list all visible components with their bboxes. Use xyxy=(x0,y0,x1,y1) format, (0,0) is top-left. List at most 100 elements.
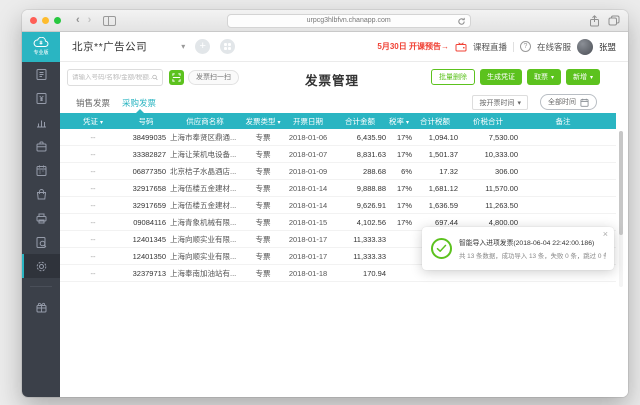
online-support-link[interactable]: 在线客服 xyxy=(537,41,571,53)
cell-issue-date: 2018-01-17 xyxy=(282,235,334,244)
cell-number: 32379713 xyxy=(126,269,166,278)
browser-window: ‹ › urpcg3hlbfvn.chanapp.com 专业版 北京**广告公… xyxy=(22,10,628,397)
cell-total-with-tax: 4,800.00 xyxy=(458,218,518,227)
cell-issue-date: 2018-01-09 xyxy=(282,167,334,176)
company-caret-icon[interactable]: ▾ xyxy=(181,42,185,51)
cell-issue-date: 2018-01-14 xyxy=(282,201,334,210)
cell-voucher: -- xyxy=(60,167,126,176)
cell-supplier: 上海奉南加油站有... xyxy=(166,268,244,279)
cell-number: 12401345 xyxy=(126,235,166,244)
apps-grid-button[interactable] xyxy=(220,39,235,54)
cell-number: 32917659 xyxy=(126,201,166,210)
col-voucher[interactable]: 凭证▾ xyxy=(60,116,126,127)
sidebar-toggle-icon[interactable] xyxy=(103,16,116,26)
table-scrollbar[interactable] xyxy=(619,131,623,287)
cell-issue-date: 2018-01-17 xyxy=(282,252,334,261)
cell-total-with-tax: 11,263.50 xyxy=(458,201,518,210)
tab-sales-invoices[interactable]: 销售发票 xyxy=(76,97,110,109)
col-invoice-type[interactable]: 发票类型▾ xyxy=(244,116,282,127)
cell-supplier: 上海伍楼五金建材... xyxy=(166,183,244,194)
cell-tax-rate: 17% xyxy=(386,201,412,210)
app-logo[interactable]: 专业版 xyxy=(22,32,60,62)
toast-close-icon[interactable]: × xyxy=(603,230,608,239)
tabs-icon[interactable] xyxy=(608,15,620,26)
table-row[interactable]: -- 32917658 上海伍楼五金建材... 专票 2018-01-14 9,… xyxy=(60,180,616,197)
search-input[interactable] xyxy=(72,74,152,81)
cell-voucher: -- xyxy=(60,218,126,227)
traffic-light-zoom[interactable] xyxy=(54,17,61,24)
cell-total-tax: 1,636.59 xyxy=(412,201,458,210)
col-total-tax: 合计税额 xyxy=(412,116,458,127)
forward-icon[interactable]: › xyxy=(88,15,92,26)
cell-invoice-type: 专票 xyxy=(244,234,282,245)
share-icon[interactable] xyxy=(589,15,600,27)
cell-total-tax: 1,094.10 xyxy=(412,133,458,142)
cell-number: 09084116 xyxy=(126,218,166,227)
apps-grid-icon xyxy=(224,43,231,50)
cell-supplier: 北京桔子水晶酒店... xyxy=(166,166,244,177)
sidebar-item-assets[interactable] xyxy=(22,134,60,158)
generate-voucher-button[interactable]: 生成凭证 xyxy=(480,69,522,85)
table-row[interactable]: -- 33382827 上海让茉机电设备... 专票 2018-01-07 8,… xyxy=(60,146,616,163)
time-filter-button[interactable]: 按开票时间▾ xyxy=(472,95,528,110)
cell-total-with-tax: 306.00 xyxy=(458,167,518,176)
search-icon[interactable] xyxy=(152,73,158,82)
cell-voucher: -- xyxy=(60,235,126,244)
table-row[interactable]: -- 32917659 上海伍楼五金建材... 专票 2018-01-14 9,… xyxy=(60,197,616,214)
col-number: 号码 xyxy=(126,116,166,127)
company-name[interactable]: 北京**广告公司 xyxy=(72,39,147,54)
scrollbar-thumb[interactable] xyxy=(619,131,623,235)
live-course-link[interactable]: 课程直播 xyxy=(473,41,507,53)
promo-link[interactable]: 5月30日 开课预告→ xyxy=(377,41,449,52)
cell-supplier: 上海向顺实业有限... xyxy=(166,234,244,245)
ledger-icon xyxy=(35,68,48,81)
edition-label: 专业版 xyxy=(33,49,48,56)
sidebar-item-printer[interactable] xyxy=(22,206,60,230)
col-tax-rate[interactable]: 税率▾ xyxy=(386,116,412,127)
url-bar[interactable]: urpcg3hlbfvn.chanapp.com xyxy=(227,14,471,28)
sidebar-item-funds[interactable] xyxy=(22,86,60,110)
sidebar-item-schedule[interactable] xyxy=(22,158,60,182)
tab-purchase-invoices[interactable]: 采购发票 xyxy=(122,97,156,109)
back-icon[interactable]: ‹ xyxy=(76,15,80,26)
invoice-scan-button[interactable] xyxy=(169,70,184,85)
cell-total-amount: 170.94 xyxy=(334,269,386,278)
col-remarks: 备注 xyxy=(518,116,608,127)
batch-delete-button[interactable]: 批量删除 xyxy=(431,69,475,85)
sidebar-item-reports[interactable] xyxy=(22,110,60,134)
toolbar: 发票扫一扫 发票管理 批量删除 生成凭证 取票▾ 新增▾ xyxy=(60,62,628,92)
sidebar-item-gift[interactable] xyxy=(22,295,60,319)
user-name[interactable]: 张盟 xyxy=(599,41,616,53)
table-row[interactable]: -- 38499035 上海市奉贤区鼎通... 专票 2018-01-06 6,… xyxy=(60,129,616,146)
all-time-button[interactable]: 全部时间 xyxy=(540,94,597,110)
cell-tax-rate: 17% xyxy=(386,133,412,142)
cell-total-tax: 697.44 xyxy=(412,218,458,227)
briefcase-icon xyxy=(35,140,48,153)
cell-number: 06877350 xyxy=(126,167,166,176)
traffic-light-minimize[interactable] xyxy=(42,17,49,24)
fetch-invoice-button[interactable]: 取票▾ xyxy=(527,69,561,85)
doc-search-icon xyxy=(35,236,48,249)
header-divider xyxy=(513,42,514,52)
col-total-with-tax: 价税合计 xyxy=(458,116,518,127)
toast-title: 智能导入进项发票(2018-06-04 22:42:00.186) xyxy=(459,237,606,247)
user-avatar[interactable] xyxy=(577,39,593,55)
traffic-light-close[interactable] xyxy=(30,17,37,24)
cell-issue-date: 2018-01-18 xyxy=(282,269,334,278)
table-row[interactable]: -- 06877350 北京桔子水晶酒店... 专票 2018-01-09 28… xyxy=(60,163,616,180)
cloud-logo-icon xyxy=(33,37,49,48)
sidebar-item-audit[interactable] xyxy=(22,230,60,254)
cell-invoice-type: 专票 xyxy=(244,217,282,228)
cell-issue-date: 2018-01-15 xyxy=(282,218,334,227)
cell-total-with-tax: 11,570.00 xyxy=(458,184,518,193)
tab-bar: 销售发票 采购发票 按开票时间▾ 全部时间 xyxy=(60,92,628,113)
add-company-button[interactable]: + xyxy=(195,39,210,54)
sidebar-item-invoices[interactable] xyxy=(22,62,60,86)
invoice-scan-label[interactable]: 发票扫一扫 xyxy=(188,70,239,85)
refresh-icon[interactable] xyxy=(457,17,466,26)
add-new-button[interactable]: 新增▾ xyxy=(566,69,600,85)
col-total-amount: 合计金额 xyxy=(334,116,386,127)
sidebar-item-purchase[interactable] xyxy=(22,182,60,206)
sidebar-item-settings[interactable] xyxy=(22,254,60,278)
url-text: urpcg3hlbfvn.chanapp.com xyxy=(307,17,391,24)
